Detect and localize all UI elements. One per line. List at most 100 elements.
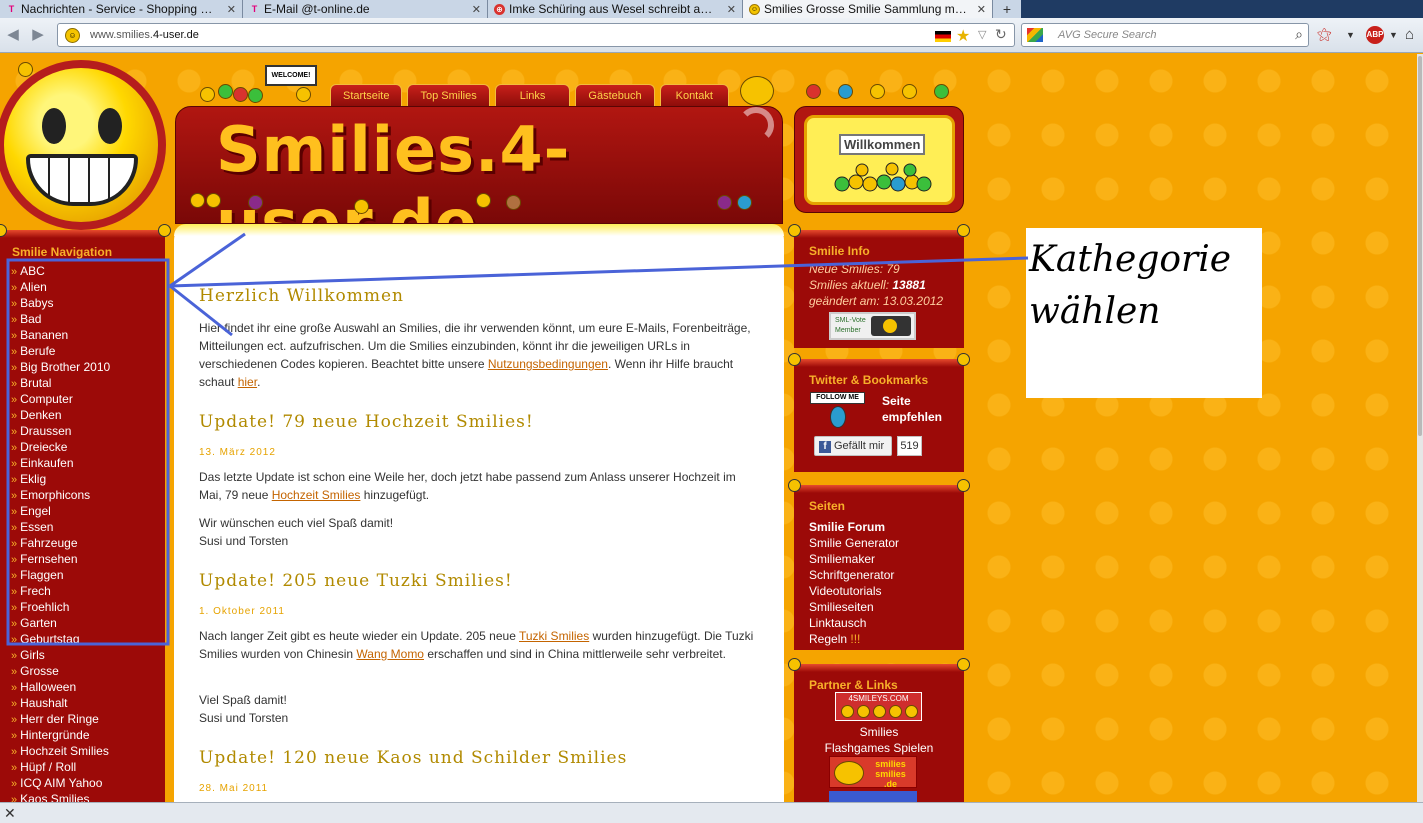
wang-momo-link[interactable]: Wang Momo (356, 647, 424, 661)
category-item[interactable]: » Computer (11, 391, 110, 407)
category-item[interactable]: » Girls (11, 647, 110, 663)
dropdown-arrow-icon[interactable]: ▼ (1346, 26, 1355, 44)
close-icon[interactable]: ✕ (227, 3, 236, 16)
web-page: WELCOME! Startseite Top Smilies Links Gä… (0, 54, 1417, 802)
browser-tab-nachrichten[interactable]: T Nachrichten - Service - Shopping bei .… (0, 0, 243, 18)
category-item[interactable]: » Grosse (11, 663, 110, 679)
category-item[interactable]: » Dreiecke (11, 439, 110, 455)
category-item[interactable]: » Hochzeit Smilies (11, 743, 110, 759)
category-item[interactable]: » Big Brother 2010 (11, 359, 110, 375)
addon-icon[interactable]: ⚝ (1317, 26, 1332, 44)
home-icon[interactable]: ⌂ (1405, 26, 1414, 44)
seiten-item-smilie-forum[interactable]: Smilie Forum (809, 519, 899, 535)
category-item[interactable]: » Garten (11, 615, 110, 631)
seiten-item-smilie-generator[interactable]: Smilie Generator (809, 535, 899, 551)
4smileys-logo[interactable]: 4SMILEYS.COM (835, 692, 922, 721)
category-item[interactable]: » Essen (11, 519, 110, 535)
seiten-item-regeln[interactable]: Regeln !!! (809, 631, 899, 647)
top-navigation: Startseite Top Smilies Links Gästebuch K… (330, 84, 729, 106)
post-text: Nach langer Zeit gibt es heute wieder ei… (199, 629, 519, 643)
tab-links[interactable]: Links (494, 84, 571, 106)
tab-kontakt[interactable]: Kontakt (659, 84, 729, 106)
tab-top-smilies[interactable]: Top Smilies (407, 84, 490, 106)
help-link[interactable]: hier (238, 375, 257, 389)
close-icon[interactable]: ✕ (472, 3, 481, 16)
facebook-like-button[interactable]: f Gefällt mir (814, 436, 892, 456)
seiten-item-smiliemaker[interactable]: Smiliemaker (809, 551, 899, 567)
category-item[interactable]: » Einkaufen (11, 455, 110, 471)
category-item[interactable]: » Berufe (11, 343, 110, 359)
partner-link-flashgames[interactable]: Flashgames Spielen (794, 741, 964, 755)
category-item[interactable]: » ICQ AIM Yahoo (11, 775, 110, 791)
recommend-link[interactable]: empfehlen (882, 410, 942, 424)
search-bar[interactable]: AVG Secure Search ⌕ (1021, 23, 1309, 47)
category-item[interactable]: » Haushalt (11, 695, 110, 711)
seiten-item-linktausch[interactable]: Linktausch (809, 615, 899, 631)
close-icon[interactable]: ✕ (977, 3, 986, 16)
scrollbar-thumb[interactable] (1418, 56, 1422, 436)
category-item[interactable]: » Bad (11, 311, 110, 327)
twitter-bird-icon[interactable] (830, 406, 846, 428)
category-item[interactable]: » Froehlich (11, 599, 110, 615)
post-title[interactable]: Update! 120 neue Kaos und Schilder Smili… (199, 748, 627, 768)
hochzeit-smilies-link[interactable]: Hochzeit Smilies (272, 488, 361, 502)
site-logo-text[interactable]: Smilies.4-user.de (216, 113, 782, 223)
tab-title: Imke Schüring aus Wesel schreibt auf... (509, 2, 719, 16)
new-tab-button[interactable]: + (993, 0, 1021, 18)
category-item[interactable]: » Kaos Smilies (11, 791, 110, 802)
partner-logo-banner[interactable] (829, 791, 917, 802)
bookmark-star-icon[interactable]: ★ (956, 26, 970, 46)
tab-gaestebuch[interactable]: Gästebuch (575, 84, 655, 106)
browser-tab-email[interactable]: T E-Mail @t-online.de ✕ (243, 0, 488, 18)
category-item[interactable]: » Hintergründe (11, 727, 110, 743)
post-title[interactable]: Update! 79 neue Hochzeit Smilies! (199, 412, 534, 432)
category-item[interactable]: » Frech (11, 583, 110, 599)
category-item[interactable]: » Fernsehen (11, 551, 110, 567)
adblock-icon[interactable]: ABP (1366, 26, 1384, 44)
category-item[interactable]: » Denken (11, 407, 110, 423)
category-item[interactable]: » Hüpf / Roll (11, 759, 110, 775)
chevron-right-icon: » (11, 490, 18, 502)
t-online-icon: T (8, 4, 15, 14)
forward-arrow-icon[interactable]: ▶ (29, 26, 47, 44)
category-item[interactable]: » Flaggen (11, 567, 110, 583)
category-item[interactable]: » Brutal (11, 375, 110, 391)
category-item[interactable]: » ABC (11, 263, 110, 279)
tab-startseite[interactable]: Startseite (330, 84, 403, 106)
category-item[interactable]: » Fahrzeuge (11, 535, 110, 551)
category-item[interactable]: » Geburtstag (11, 631, 110, 647)
page-scrollbar[interactable] (1417, 54, 1423, 802)
follow-me-badge[interactable]: FOLLOW ME (810, 392, 865, 404)
reload-icon[interactable]: ↻ (995, 26, 1007, 43)
browser-tab-imke[interactable]: ⊕ Imke Schüring aus Wesel schreibt auf..… (488, 0, 743, 18)
nutzungsbedingungen-link[interactable]: Nutzungsbedingungen (488, 357, 608, 371)
dropdown-arrow-icon[interactable]: ▽ (978, 28, 986, 41)
search-icon[interactable]: ⌕ (1295, 26, 1303, 43)
category-item[interactable]: » Alien (11, 279, 110, 295)
dropdown-arrow-icon[interactable]: ▼ (1389, 26, 1398, 44)
sml-vote-badge[interactable]: SML-Vote Member (829, 312, 916, 340)
close-icon[interactable]: ✕ (4, 805, 16, 822)
category-item[interactable]: » Engel (11, 503, 110, 519)
category-item[interactable]: » Emorphicons (11, 487, 110, 503)
smilies-smilies-logo[interactable]: smilies smilies .de (829, 756, 917, 789)
category-item[interactable]: » Bananen (11, 327, 110, 343)
search-input[interactable]: AVG Secure Search (1058, 29, 1156, 41)
post-title[interactable]: Update! 205 neue Tuzki Smilies! (199, 571, 513, 591)
seiten-item-schriftgenerator[interactable]: Schriftgenerator (809, 567, 899, 583)
browser-tab-smilies[interactable]: ☺ Smilies Grosse Smilie Sammlung mit ...… (743, 0, 993, 18)
close-icon[interactable]: ✕ (727, 3, 736, 16)
category-item[interactable]: » Babys (11, 295, 110, 311)
url-text[interactable]: www.smilies.4-user.de (90, 29, 199, 41)
category-item[interactable]: » Draussen (11, 423, 110, 439)
back-arrow-icon[interactable]: ◀ (4, 26, 22, 44)
tuzki-smilies-link[interactable]: Tuzki Smilies (519, 629, 589, 643)
seiten-item-videotutorials[interactable]: Videotutorials (809, 583, 899, 599)
category-item[interactable]: » Halloween (11, 679, 110, 695)
seiten-item-smilieseiten[interactable]: Smilieseiten (809, 599, 899, 615)
recommend-link[interactable]: Seite (882, 394, 911, 408)
category-item[interactable]: » Herr der Ringe (11, 711, 110, 727)
address-bar[interactable]: ☺ www.smilies.4-user.de ★ ▽ ↻ (57, 23, 1015, 47)
partner-link-smilies[interactable]: Smilies (794, 725, 964, 739)
category-item[interactable]: » Eklig (11, 471, 110, 487)
